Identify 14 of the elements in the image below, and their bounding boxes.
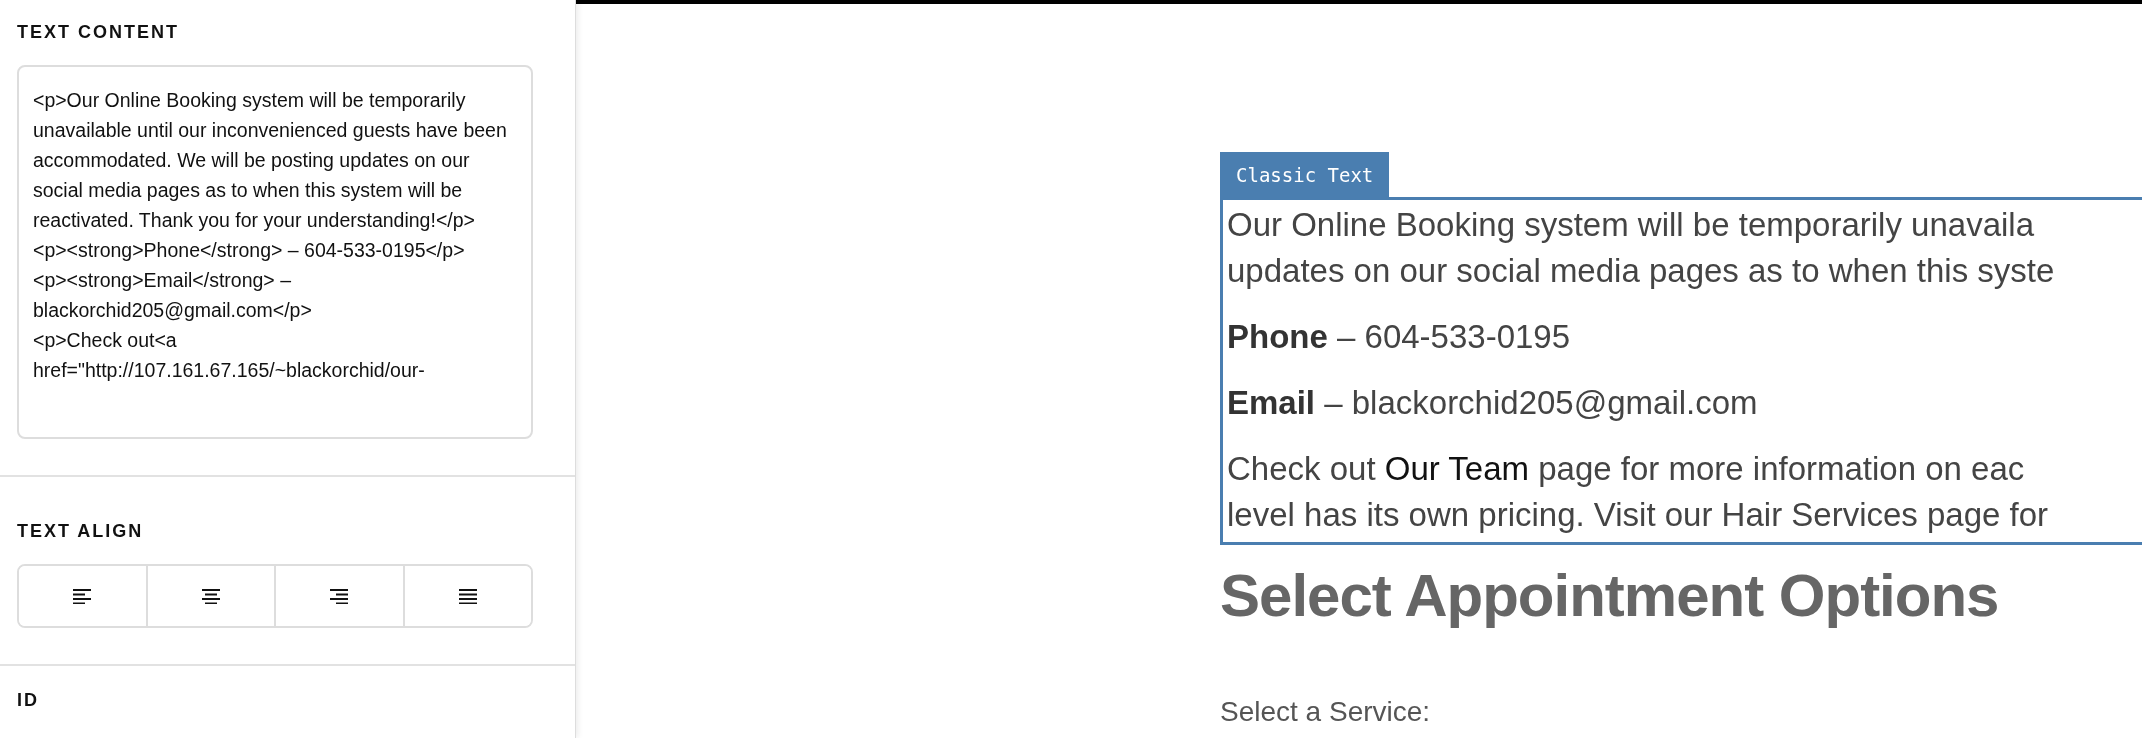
section-heading: Select Appointment Options (1220, 561, 2000, 630)
block-tag[interactable]: Classic Text (1220, 152, 1390, 197)
field-label: Select a Service: (1220, 696, 1432, 728)
team-link[interactable]: Our Team (1384, 450, 1530, 487)
paragraph-line: Check out Our Team page for more information on eac (1227, 449, 2026, 489)
section-label: TEXT CONTENT (17, 22, 180, 43)
paragraph-line: Our Online Booking system will be temporarily unavaila (1227, 205, 2036, 245)
text-content-field[interactable]: <p>Our Online Booking system will be temporarily unavailable until our inconvenienced guests have been accommodated. We will be posting updates on our social media pages as to when this system will be reactivated. Thank you for your understanding!</p> <p><strong>Phone</strong> – 604-533-0195</p> <p><strong>Email</strong> – blackorchid205@gmail.com</p> <p>Check out<a href="http://107.161.67.165/~blackorchid/our- (17, 65, 533, 439)
section-label: ID (17, 690, 40, 711)
section-label: TEXT ALIGN (17, 521, 145, 542)
paragraph-line: Email – blackorchid205@gmail.com (1227, 383, 1759, 423)
paragraph-line: level has its own pricing. Visit our Hair Services page for (1227, 495, 2050, 535)
paragraph-line: updates on our social media pages as to when this syste (1227, 251, 2056, 291)
paragraph-line: Phone – 604-533-0195 (1227, 317, 1572, 357)
